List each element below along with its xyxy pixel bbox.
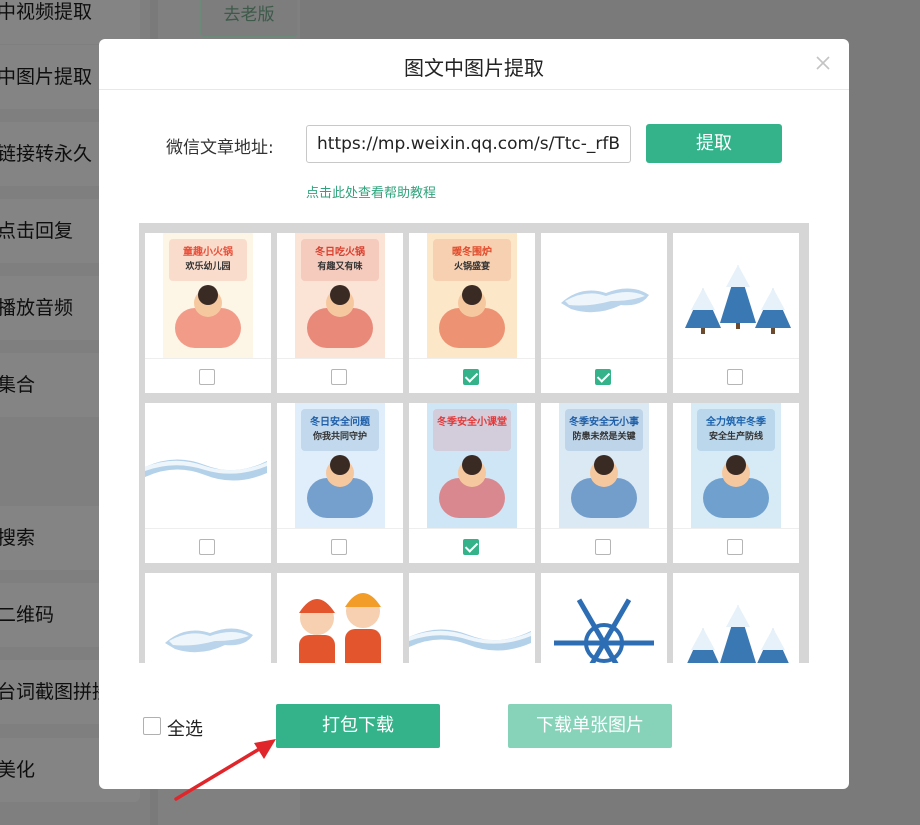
image-tile[interactable]: 冬日安全问题 你我共同守护 [277, 403, 403, 563]
bg-sidebar-item: 文中视频提取 [0, 0, 140, 44]
image-tile[interactable] [673, 573, 799, 663]
checkbox-area [673, 528, 799, 564]
image-thumbnail[interactable] [541, 573, 667, 663]
image-tile[interactable] [673, 233, 799, 393]
poster-subtitle: 欢乐幼儿园 [184, 260, 230, 272]
image-grid: 童趣小火锅 欢乐幼儿园 冬日吃火锅 有趣又有味 暖冬围炉 火锅盛宴 冬日安全问题 你我共同守护… [145, 233, 799, 663]
image-thumbnail[interactable]: 童趣小火锅欢乐幼儿园 [145, 233, 271, 358]
thumbnail-graphic: 冬季安全无小事防患未然是关键 [559, 403, 649, 528]
image-checkbox[interactable] [595, 539, 611, 555]
thumbnail-graphic: 冬日安全问题你我共同守护 [295, 403, 385, 528]
checkbox-area [277, 528, 403, 564]
image-thumbnail[interactable]: 冬季安全小课堂 [409, 403, 535, 528]
poster-title: 冬日吃火锅 [315, 245, 365, 258]
image-tile[interactable] [409, 573, 535, 663]
image-thumbnail[interactable]: 全力筑牢冬季 安全生产防线 [673, 403, 799, 528]
dialog-header: 图文中图片提取 [99, 39, 849, 90]
image-tile[interactable] [145, 403, 271, 563]
image-thumbnail[interactable] [145, 403, 271, 528]
poster-subtitle: 防患未然是关键 [572, 430, 636, 442]
red-arrow-icon [174, 739, 276, 801]
checkbox-area [145, 528, 271, 564]
image-thumbnail[interactable] [673, 233, 799, 358]
image-thumbnail[interactable] [541, 233, 667, 358]
close-icon[interactable] [811, 51, 835, 75]
poster-subtitle: 有趣又有味 [317, 260, 362, 272]
thumbnail-graphic: 全力筑牢冬季安全生产防线 [691, 403, 781, 528]
image-thumbnail[interactable] [277, 573, 403, 663]
checkbox-area [409, 528, 535, 564]
image-extract-dialog: 图文中图片提取 微信文章地址: 提取 点击此处查看帮助教程 童趣小火锅欢乐幼儿园… [99, 39, 849, 789]
poster-title: 冬季安全小课堂 [437, 415, 507, 428]
checkbox-area [277, 358, 403, 394]
thumbnail-graphic [145, 459, 267, 481]
article-url-input[interactable] [306, 125, 631, 163]
image-tile[interactable] [541, 573, 667, 663]
poster-title: 冬季安全无小事 [569, 415, 639, 428]
image-tile[interactable]: 冬季安全小课堂 [409, 403, 535, 563]
image-tile[interactable]: 童趣小火锅欢乐幼儿园 [145, 233, 271, 393]
image-thumbnail[interactable]: 冬日吃火锅有趣又有味 [277, 233, 403, 358]
image-checkbox-checked[interactable] [595, 369, 611, 385]
thumbnail-graphic [409, 629, 531, 651]
image-tile[interactable] [541, 233, 667, 393]
thumbnail-graphic: 童趣小火锅欢乐幼儿园 [163, 233, 253, 358]
image-tile[interactable] [145, 573, 271, 663]
image-tile[interactable]: 全力筑牢冬季 安全生产防线 [673, 403, 799, 563]
url-label: 微信文章地址: [166, 138, 274, 158]
image-tile[interactable]: 冬日吃火锅有趣又有味 [277, 233, 403, 393]
poster-title: 童趣小火锅 [183, 245, 233, 258]
help-tutorial-link[interactable]: 点击此处查看帮助教程 [306, 182, 436, 201]
poster-subtitle: 安全生产防线 [709, 430, 763, 442]
checkbox-area [541, 358, 667, 394]
checkbox-area [541, 528, 667, 564]
pack-download-button[interactable]: 打包下载 [276, 704, 440, 748]
poster-subtitle: 火锅盛宴 [454, 260, 490, 272]
poster-title: 暖冬围炉 [452, 245, 492, 258]
image-checkbox-checked[interactable] [463, 369, 479, 385]
checkbox-area [409, 358, 535, 394]
thumbnail-graphic: 冬季安全小课堂 [427, 403, 517, 528]
image-checkbox[interactable] [331, 539, 347, 555]
image-checkbox[interactable] [727, 369, 743, 385]
image-checkbox[interactable] [199, 539, 215, 555]
poster-title: 冬日安全问题 [310, 415, 371, 428]
image-thumbnail[interactable]: 冬日安全问题 你我共同守护 [277, 403, 403, 528]
image-thumbnail[interactable]: 冬季安全无小事 防患未然是关键 [541, 403, 667, 528]
thumbnail-graphic: 暖冬围炉火锅盛宴 [427, 233, 517, 358]
checkbox-area [673, 358, 799, 394]
thumbnail-graphic [687, 605, 789, 663]
extract-button[interactable]: 提取 [646, 124, 782, 163]
poster-subtitle: 你我共同守护 [312, 430, 367, 442]
dialog-title: 图文中图片提取 [404, 56, 544, 80]
checkbox-area [145, 358, 271, 394]
thumbnail-graphic [299, 593, 381, 663]
image-tile[interactable] [277, 573, 403, 663]
poster-title: 全力筑牢冬季 [705, 415, 767, 428]
image-thumbnail[interactable] [409, 573, 535, 663]
image-checkbox[interactable] [727, 539, 743, 555]
image-thumbnail[interactable] [673, 573, 799, 663]
image-thumbnail[interactable] [145, 573, 271, 663]
image-checkbox[interactable] [199, 369, 215, 385]
image-tile[interactable]: 暖冬围炉 火锅盛宴 [409, 233, 535, 393]
thumbnail-graphic [685, 265, 791, 334]
old-version-button: 去老版 [200, 0, 298, 37]
image-grid-scroll[interactable]: 童趣小火锅 欢乐幼儿园 冬日吃火锅 有趣又有味 暖冬围炉 火锅盛宴 冬日安全问题 你我共同守护… [139, 223, 809, 663]
image-checkbox-checked[interactable] [463, 539, 479, 555]
thumbnail-graphic [561, 288, 649, 313]
image-tile[interactable]: 冬季安全无小事 防患未然是关键 [541, 403, 667, 563]
thumbnail-graphic [554, 598, 654, 663]
thumbnail-graphic [165, 628, 253, 653]
image-thumbnail[interactable]: 暖冬围炉 火锅盛宴 [409, 233, 535, 358]
image-checkbox[interactable] [331, 369, 347, 385]
single-download-button[interactable]: 下载单张图片 [508, 704, 672, 748]
select-all-checkbox[interactable] [143, 717, 161, 735]
thumbnail-graphic: 冬日吃火锅有趣又有味 [295, 233, 385, 358]
